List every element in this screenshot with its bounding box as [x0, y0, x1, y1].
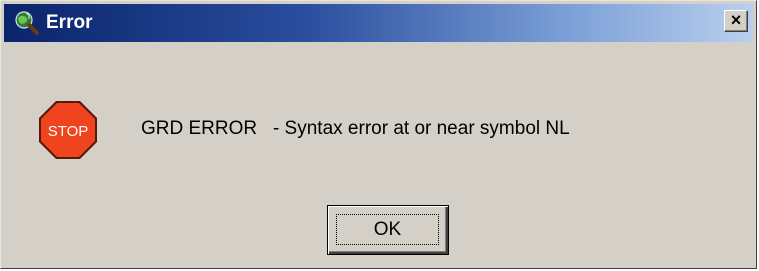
ok-button-label: OK	[336, 214, 439, 245]
close-button[interactable]: ×	[724, 10, 748, 32]
error-message: GRD ERROR - Syntax error at or near symb…	[141, 118, 570, 139]
title-bar[interactable]: Error ×	[4, 4, 753, 42]
stop-sign-label: STOP	[48, 123, 89, 140]
ok-button[interactable]: OK	[327, 205, 449, 255]
stop-sign-icon: STOP	[37, 99, 99, 161]
error-dialog-window: Error × STOP GRD ERROR - Syntax error at…	[0, 0, 757, 269]
globe-magnifier-icon	[14, 10, 40, 36]
window-title: Error	[46, 12, 93, 33]
